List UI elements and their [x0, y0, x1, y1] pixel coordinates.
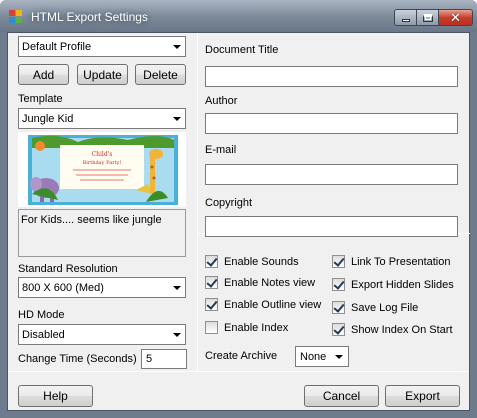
checkbox-checked-icon	[205, 255, 218, 268]
template-preview-image: Child's Birthday Party!	[18, 132, 186, 207]
template-description-text: For Kids.... seems like jungle	[21, 214, 162, 226]
close-icon: ✕	[450, 10, 461, 25]
dialog-client-area: Default Profile Add Update Delete Templa…	[7, 32, 470, 411]
change-time-value: 5	[146, 353, 153, 365]
checkbox-checked-icon	[205, 276, 218, 289]
cancel-button[interactable]: Cancel	[304, 385, 379, 407]
dialog-window: HTML Export Settings ✕ Default Profile A…	[0, 0, 477, 418]
checkbox-checked-icon	[332, 255, 345, 268]
window-title: HTML Export Settings	[31, 10, 148, 24]
link-to-presentation-label: Link To Presentation	[351, 255, 451, 268]
author-input[interactable]	[205, 113, 458, 134]
checkbox-unchecked-icon	[205, 321, 218, 334]
chevron-down-icon	[335, 355, 343, 359]
delete-profile-button[interactable]: Delete	[135, 64, 186, 85]
create-archive-selected: None	[300, 351, 327, 363]
chevron-down-icon	[173, 117, 181, 121]
hd-mode-label: HD Mode	[18, 309, 65, 321]
resolution-dropdown[interactable]: 800 X 600 (Med)	[18, 277, 186, 298]
save-log-file-label: Save Log File	[351, 301, 419, 314]
checkbox-checked-icon	[332, 301, 345, 314]
profile-selected: Default Profile	[22, 41, 92, 53]
show-index-on-start-checkbox[interactable]: Show Index On Start	[332, 323, 453, 336]
footer-divider	[8, 371, 469, 372]
show-index-on-start-label: Show Index On Start	[351, 323, 453, 336]
save-log-file-checkbox[interactable]: Save Log File	[332, 301, 418, 314]
create-archive-label: Create Archive	[205, 350, 278, 362]
document-title-label: Document Title	[205, 44, 279, 56]
copyright-input[interactable]	[205, 216, 458, 237]
minimize-icon	[401, 19, 410, 22]
change-time-input[interactable]: 5	[141, 349, 187, 369]
export-hidden-slides-checkbox[interactable]: Export Hidden Slides	[332, 278, 454, 291]
document-title-input[interactable]	[205, 66, 458, 87]
close-button[interactable]: ✕	[438, 9, 473, 26]
add-profile-button[interactable]: Add	[18, 64, 69, 85]
template-dropdown[interactable]: Jungle Kid	[18, 108, 186, 129]
change-time-label: Change Time (Seconds)	[18, 353, 137, 365]
enable-index-checkbox[interactable]: Enable Index	[205, 321, 288, 334]
resolution-selected: 800 X 600 (Med)	[22, 282, 104, 294]
enable-sounds-checkbox[interactable]: Enable Sounds	[205, 255, 299, 268]
chevron-down-icon	[173, 286, 181, 290]
resolution-label: Standard Resolution	[18, 263, 118, 275]
create-archive-dropdown[interactable]: None	[295, 346, 349, 367]
update-profile-button[interactable]: Update	[77, 64, 128, 85]
title-bar[interactable]: HTML Export Settings ✕	[0, 0, 477, 32]
maximize-icon	[422, 13, 433, 22]
link-to-presentation-checkbox[interactable]: Link To Presentation	[332, 255, 450, 268]
help-button[interactable]: Help	[18, 385, 93, 407]
enable-index-label: Enable Index	[224, 321, 289, 334]
checkbox-checked-icon	[332, 323, 345, 336]
author-label: Author	[205, 95, 238, 107]
template-description: For Kids.... seems like jungle	[18, 209, 186, 257]
chevron-down-icon	[173, 333, 181, 337]
enable-notes-view-checkbox[interactable]: Enable Notes view	[205, 276, 315, 289]
hd-mode-dropdown[interactable]: Disabled	[18, 324, 186, 345]
export-button[interactable]: Export	[385, 385, 460, 407]
app-icon	[9, 10, 23, 24]
copyright-label: Copyright	[205, 197, 253, 209]
email-label: E-mail	[205, 144, 237, 156]
enable-notes-view-label: Enable Notes view	[224, 276, 316, 289]
maximize-button[interactable]	[416, 9, 439, 26]
chevron-down-icon	[173, 45, 181, 49]
template-selected: Jungle Kid	[22, 113, 74, 125]
checkbox-checked-icon	[205, 298, 218, 311]
export-hidden-slides-label: Export Hidden Slides	[351, 278, 454, 291]
hd-mode-selected: Disabled	[22, 329, 65, 341]
svg-text:Birthday Party!: Birthday Party!	[83, 160, 122, 166]
enable-outline-view-checkbox[interactable]: Enable Outline view	[205, 298, 321, 311]
template-label: Template	[18, 93, 63, 105]
vertical-divider	[197, 33, 198, 371]
svg-text:Child's: Child's	[92, 151, 113, 158]
minimize-button[interactable]	[394, 9, 417, 26]
checkbox-checked-icon	[332, 278, 345, 291]
enable-sounds-label: Enable Sounds	[224, 255, 299, 268]
enable-outline-view-label: Enable Outline view	[224, 298, 322, 311]
profile-dropdown[interactable]: Default Profile	[18, 36, 186, 57]
email-input[interactable]	[205, 164, 458, 185]
